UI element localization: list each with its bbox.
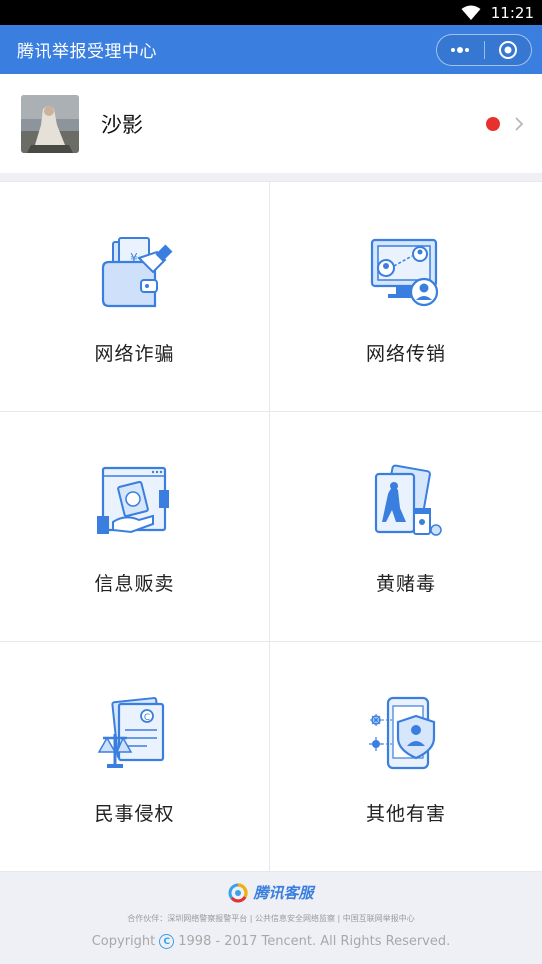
target-close-icon xyxy=(498,40,517,59)
category-network-fraud[interactable]: ¥ 网络诈骗 xyxy=(0,182,270,412)
wallet-money-icon: ¥ xyxy=(101,237,172,308)
status-time: 11:21 xyxy=(490,3,534,22)
page-title: 腾讯举报受理中心 xyxy=(17,42,157,62)
category-information-selling[interactable]: 信息贩卖 xyxy=(0,412,270,642)
status-bar: 11:21 xyxy=(0,0,542,25)
more-button[interactable] xyxy=(437,35,484,65)
category-porn-gambling-drugs[interactable]: 黄赌毒 xyxy=(270,412,542,642)
wifi-icon xyxy=(461,5,481,20)
svg-text:C: C xyxy=(143,713,149,723)
profile-name: 沙影 xyxy=(101,112,143,137)
scale-document-icon: C xyxy=(97,697,164,768)
cards-pills-icon xyxy=(374,464,442,536)
brand-text: 腾讯客服 xyxy=(253,884,314,902)
section-divider xyxy=(0,173,542,181)
category-label: 民事侵权 xyxy=(94,803,175,825)
category-other-harmful[interactable]: 其他有害 xyxy=(270,642,542,872)
avatar xyxy=(21,94,79,153)
copyright-icon: C xyxy=(159,934,175,949)
footer: 腾讯客服 合作伙伴：深圳网络警察报警平台 | 公共信息安全网络监察 | 中国互联… xyxy=(0,872,542,964)
category-label: 网络传销 xyxy=(365,343,446,365)
notification-dot xyxy=(486,116,500,131)
category-civil-infringement[interactable]: C 民事侵权 xyxy=(0,642,270,872)
mini-program-capsule xyxy=(436,33,532,66)
copyright-years: 1998 - 2017 Tencent. All Rights Reserved… xyxy=(178,934,451,949)
copyright-label: Copyright xyxy=(91,934,156,949)
footer-brand: 腾讯客服 xyxy=(228,882,314,903)
nav-bar: 腾讯举报受理中心 xyxy=(0,25,542,74)
phone-shield-icon xyxy=(369,696,436,770)
category-grid: ¥ 网络诈骗 网络传销 信息贩卖 黄赌毒 C 民事侵权 其他有害 xyxy=(0,181,542,872)
more-dots-icon xyxy=(451,46,470,53)
user-profile-row[interactable]: 沙影 xyxy=(0,74,542,173)
partners-text: 合作伙伴：深圳网络警察报警平台 | 公共信息安全网络监察 | 中国互联网举报中心 xyxy=(127,914,415,923)
category-label: 信息贩卖 xyxy=(94,573,175,595)
category-label: 黄赌毒 xyxy=(375,573,436,595)
category-label: 网络诈骗 xyxy=(94,343,175,365)
category-pyramid-selling[interactable]: 网络传销 xyxy=(270,182,542,412)
copyright-line: Copyright C 1998 - 2017 Tencent. All Rig… xyxy=(91,934,451,949)
close-button[interactable] xyxy=(485,35,532,65)
chevron-right-icon xyxy=(515,116,524,131)
network-users-icon xyxy=(370,238,439,307)
category-label: 其他有害 xyxy=(365,803,446,825)
tencent-service-logo-icon xyxy=(228,882,249,902)
money-hand-icon xyxy=(96,466,169,534)
